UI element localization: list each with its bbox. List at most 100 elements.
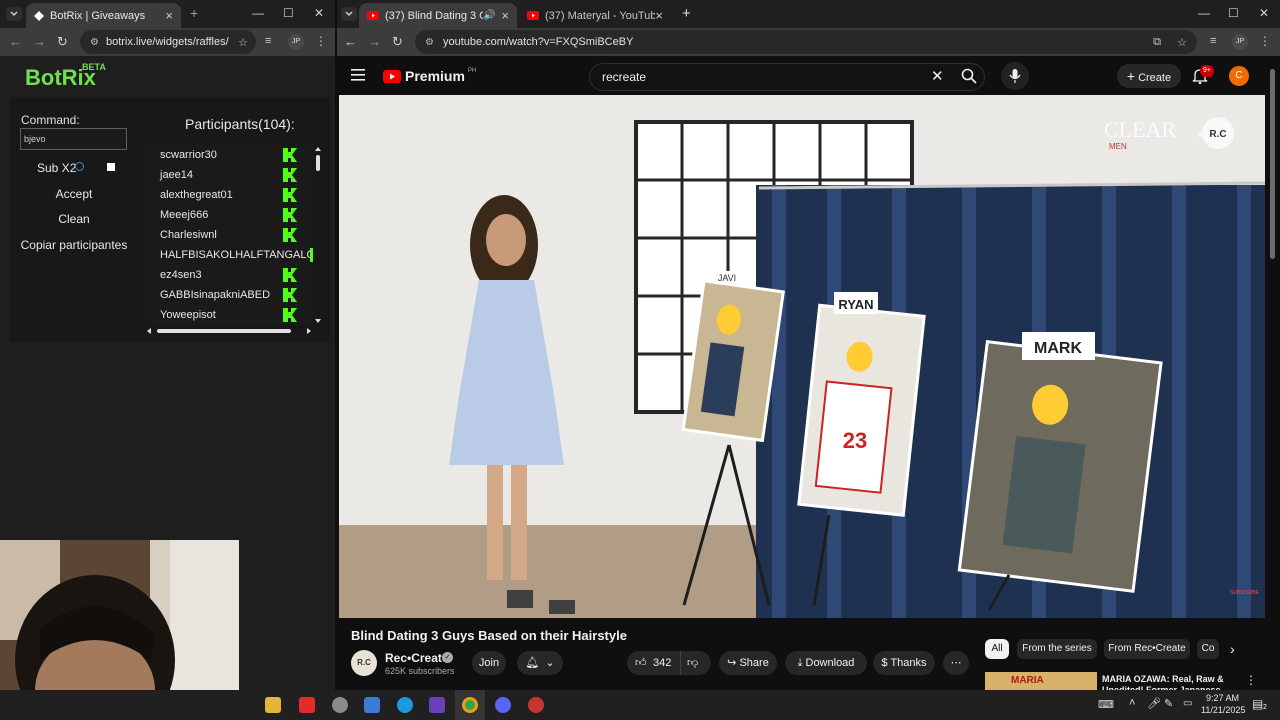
site-info-icon[interactable]: ⚙ bbox=[90, 37, 99, 48]
rec-video-thumbnail[interactable]: MARIA bbox=[985, 672, 1097, 690]
maximize-button[interactable]: ☐ bbox=[1228, 6, 1239, 20]
search-icon[interactable] bbox=[961, 68, 977, 84]
media-control-icon[interactable]: ≡ bbox=[265, 35, 271, 47]
file-explorer-icon[interactable] bbox=[265, 697, 281, 713]
list-item[interactable]: HALFBISAKOLHALFTANGALOG bbox=[160, 245, 313, 265]
steam-icon[interactable] bbox=[332, 697, 348, 713]
reload-icon[interactable]: ↻ bbox=[392, 34, 403, 50]
new-tab-button[interactable]: + bbox=[190, 5, 198, 21]
chip-from-series[interactable]: From the series bbox=[1017, 639, 1097, 659]
minimize-button[interactable]: — bbox=[252, 6, 264, 20]
bookmark-star-icon[interactable]: ☆ bbox=[238, 36, 248, 49]
join-button[interactable]: Join bbox=[472, 651, 506, 675]
menu-kebab-icon[interactable]: ⋮ bbox=[1259, 34, 1271, 48]
clock-time[interactable]: 9:27 AM bbox=[1203, 693, 1239, 703]
chrome-icon[interactable] bbox=[462, 697, 478, 713]
install-app-icon[interactable]: ⧉ bbox=[1153, 36, 1161, 49]
chip-from-rec-create[interactable]: From Rec•Create bbox=[1104, 639, 1190, 659]
clear-search-icon[interactable]: ✕ bbox=[931, 67, 944, 85]
create-button[interactable]: + Create bbox=[1117, 64, 1181, 88]
logo-region: PH bbox=[467, 68, 477, 74]
participant-name: jaee14 bbox=[160, 169, 194, 181]
close-window-button[interactable]: ✕ bbox=[314, 6, 324, 20]
tab-botrix[interactable]: BotRix | Giveaways × bbox=[26, 3, 181, 28]
edge-icon[interactable] bbox=[397, 697, 413, 713]
close-window-button[interactable]: ✕ bbox=[1259, 6, 1269, 20]
list-vertical-scrollbar[interactable] bbox=[313, 145, 323, 325]
bookmark-star-icon[interactable]: ☆ bbox=[1177, 36, 1187, 49]
forward-arrow-icon[interactable]: → bbox=[33, 34, 46, 49]
obs-icon[interactable] bbox=[528, 697, 544, 713]
clock-date[interactable]: 11/21/2025 bbox=[1201, 705, 1245, 715]
audio-playing-icon[interactable]: 🔊 bbox=[483, 10, 495, 21]
media-control-icon[interactable]: ≡ bbox=[1210, 35, 1216, 47]
share-button[interactable]: ↪ Share bbox=[719, 651, 777, 675]
thanks-icon: $ bbox=[881, 657, 888, 669]
tray-overflow-icon[interactable]: ˄ bbox=[1129, 697, 1135, 709]
tab-close-icon[interactable]: × bbox=[501, 8, 509, 23]
hamburger-menu-icon[interactable] bbox=[351, 69, 365, 81]
clean-button[interactable]: Clean bbox=[50, 212, 98, 226]
discord-icon[interactable] bbox=[495, 697, 511, 713]
address-bar[interactable]: ⚙ botrix.live/widgets/raffles/ ☆ bbox=[80, 30, 256, 54]
tab-search-button[interactable] bbox=[6, 7, 22, 21]
subscribed-bell-button[interactable]: 🔔︎ ⌄ bbox=[517, 651, 563, 675]
site-info-icon[interactable]: ⚙ bbox=[425, 37, 434, 48]
rec-video-title-line1[interactable]: MARIA OZAWA: Real, Raw & bbox=[1102, 674, 1224, 684]
tab-close-icon[interactable]: × bbox=[165, 8, 173, 23]
pen-icon[interactable]: ✎ bbox=[1164, 697, 1173, 710]
tab-search-button[interactable] bbox=[341, 7, 357, 21]
accept-button[interactable]: Accept bbox=[50, 187, 98, 201]
video-player[interactable]: JAVI RYAN MARK 23 CLEAR MEN x R.C SUBSCR… bbox=[339, 95, 1265, 618]
forward-arrow-icon[interactable]: → bbox=[368, 34, 381, 49]
new-tab-button[interactable]: + bbox=[682, 5, 691, 22]
profile-avatar[interactable]: JP bbox=[288, 34, 304, 50]
chip-all[interactable]: All bbox=[985, 639, 1009, 659]
youtube-premium-logo[interactable]: Premium PH bbox=[383, 68, 476, 84]
chip-more[interactable]: Co bbox=[1197, 639, 1219, 659]
profile-avatar[interactable]: JP bbox=[1232, 34, 1248, 50]
copy-participants-button[interactable]: Copiar participantes bbox=[20, 238, 128, 252]
channel-avatar[interactable]: R.C bbox=[351, 650, 377, 676]
like-button[interactable]: 👍︎ bbox=[635, 651, 647, 675]
bell-icon: 🔔︎ bbox=[525, 657, 540, 669]
maximize-button[interactable]: ☐ bbox=[283, 6, 294, 20]
network-icon[interactable]: ▭ bbox=[1183, 698, 1192, 709]
dislike-button[interactable]: 👎︎ bbox=[687, 651, 698, 675]
address-bar[interactable]: ⚙ youtube.com/watch?v=FXQSmiBCeBY ⧉ ☆ bbox=[415, 30, 1197, 54]
rec-video-menu-icon[interactable]: ⋮ bbox=[1245, 673, 1257, 687]
keyboard-icon[interactable]: ⌨ bbox=[1098, 698, 1114, 711]
youtube-logo-icon bbox=[383, 69, 401, 83]
thanks-button[interactable]: $ Thanks bbox=[873, 651, 935, 675]
right-tab-strip: (37) Blind Dating 3 Guys Ba 🔊 × (37) Mat… bbox=[337, 0, 1280, 28]
minimize-button[interactable]: — bbox=[1198, 6, 1210, 20]
download-button[interactable]: ⤓ Download bbox=[785, 651, 867, 675]
command-input[interactable]: bjevo bbox=[20, 128, 127, 150]
calculator-icon[interactable] bbox=[364, 697, 380, 713]
tab-blind-dating[interactable]: (37) Blind Dating 3 Guys Ba 🔊 × bbox=[359, 3, 517, 28]
sub-x2-checkbox[interactable] bbox=[107, 163, 115, 171]
participants-list[interactable]: scwarrior30 jaee14 alexthegreat01 Meeej6… bbox=[145, 145, 313, 325]
pdf-app-icon[interactable] bbox=[299, 697, 315, 713]
page-scrollbar[interactable] bbox=[1270, 69, 1275, 259]
channel-name[interactable]: Rec•Create bbox=[385, 651, 449, 665]
notification-center-icon[interactable]: ▤ bbox=[1252, 697, 1263, 711]
more-actions-button[interactable]: ⋯ bbox=[943, 651, 969, 675]
app-icon[interactable] bbox=[429, 697, 445, 713]
voice-search-button[interactable] bbox=[1001, 62, 1029, 90]
tab-close-icon[interactable]: × bbox=[655, 8, 663, 23]
info-icon[interactable] bbox=[75, 162, 84, 171]
microphone-tray-icon[interactable]: 🎤︎ bbox=[1147, 697, 1161, 710]
list-horizontal-scrollbar[interactable] bbox=[145, 326, 313, 336]
reload-icon[interactable]: ↻ bbox=[57, 34, 68, 50]
back-arrow-icon[interactable]: ← bbox=[9, 34, 22, 49]
back-arrow-icon[interactable]: ← bbox=[344, 34, 357, 49]
search-input[interactable]: recreate bbox=[589, 63, 985, 91]
kick-icon bbox=[283, 208, 297, 222]
account-avatar[interactable]: C bbox=[1229, 66, 1249, 86]
tab-materyal[interactable]: (37) Materyal - YouTube × bbox=[519, 3, 671, 28]
kick-icon bbox=[283, 288, 297, 302]
chips-next-arrow-icon[interactable]: › bbox=[1230, 641, 1235, 657]
video-title: Blind Dating 3 Guys Based on their Hairs… bbox=[351, 628, 627, 643]
menu-kebab-icon[interactable]: ⋮ bbox=[315, 34, 327, 48]
